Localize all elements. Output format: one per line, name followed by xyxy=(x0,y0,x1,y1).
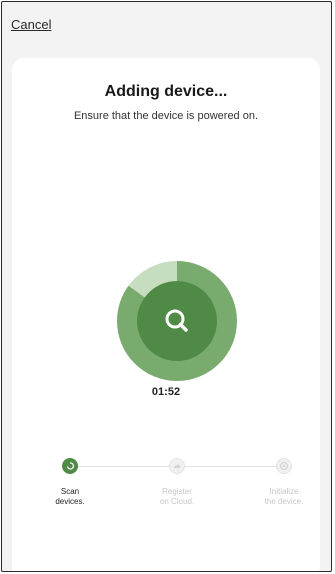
search-icon xyxy=(165,309,188,332)
cancel-button[interactable]: Cancel xyxy=(11,17,51,32)
step-label: Scan devices. xyxy=(55,487,85,506)
cloud-icon xyxy=(169,458,185,474)
step-initialize-device: Initialize the device. xyxy=(249,458,319,507)
app-frame: Cancel Adding device... Ensure that the … xyxy=(1,1,332,572)
page-title: Adding device... xyxy=(104,83,228,100)
step-label: Initialize the device. xyxy=(264,487,304,506)
step-scan-devices: Scan devices. xyxy=(35,458,105,507)
adding-device-card: Adding device... Ensure that the device … xyxy=(12,58,320,571)
scan-progress-indicator xyxy=(117,261,237,381)
step-label: Register on Cloud. xyxy=(159,487,195,506)
check-icon xyxy=(62,458,78,474)
step-register-cloud: Register on Cloud. xyxy=(142,458,212,507)
scan-core xyxy=(137,281,217,361)
page-subtitle: Ensure that the device is powered on. xyxy=(73,110,259,122)
gear-icon xyxy=(276,458,292,474)
countdown-timer: 01:52 xyxy=(151,386,181,398)
